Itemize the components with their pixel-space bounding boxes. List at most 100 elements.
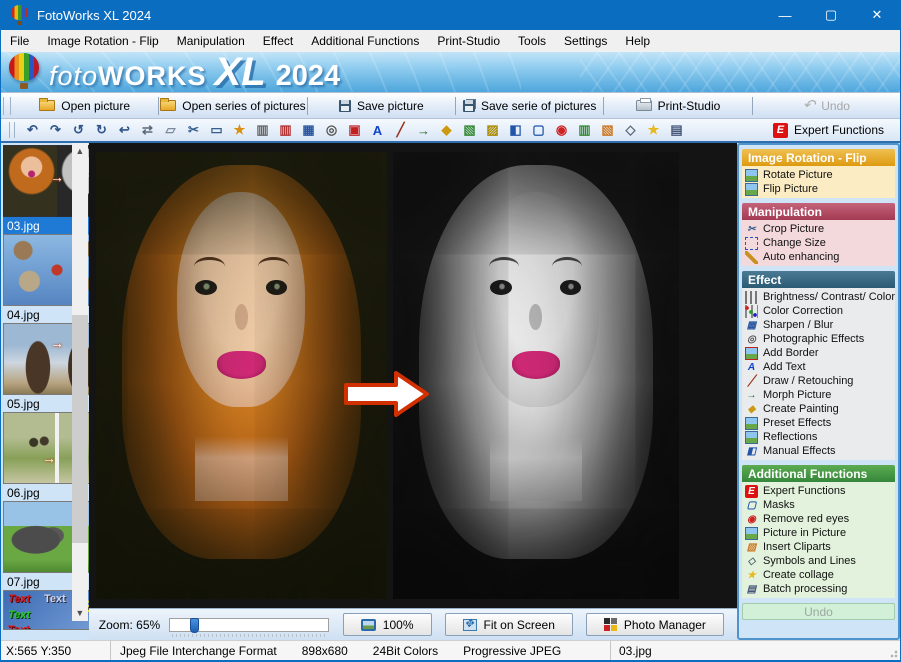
zoom-100-button[interactable]: 100% bbox=[343, 613, 432, 636]
maximize-button[interactable]: ▢ bbox=[808, 0, 854, 30]
panel-item-preset-effects[interactable]: Preset Effects bbox=[742, 416, 895, 430]
perspective-icon[interactable] bbox=[159, 120, 182, 141]
symbols-lines-icon[interactable] bbox=[619, 120, 642, 141]
rotate-ccw-icon[interactable] bbox=[67, 120, 90, 141]
resize-frame-icon[interactable] bbox=[205, 120, 228, 141]
menu-help[interactable]: Help bbox=[616, 30, 659, 52]
preset-effects-icon[interactable] bbox=[458, 120, 481, 141]
rotate-180-icon[interactable] bbox=[113, 120, 136, 141]
draw-retouching-icon[interactable] bbox=[389, 120, 412, 141]
panel-item-create-collage[interactable]: Create collage bbox=[742, 568, 895, 582]
add-text-icon[interactable] bbox=[366, 120, 389, 141]
logo-balloon-icon bbox=[7, 53, 41, 91]
resize-grip-icon[interactable] bbox=[888, 648, 898, 658]
open-series-button[interactable]: Open series of pictures bbox=[159, 93, 306, 118]
scroll-down-icon[interactable]: ▼ bbox=[72, 605, 88, 621]
save-series-label: Save serie of pictures bbox=[481, 99, 596, 113]
menu-effect[interactable]: Effect bbox=[254, 30, 302, 52]
photographic-effects-icon[interactable] bbox=[320, 120, 343, 141]
panel-item-picture-in-picture[interactable]: Picture in Picture bbox=[742, 526, 895, 540]
auto-enhance-icon[interactable] bbox=[228, 120, 251, 141]
picture-icon bbox=[745, 183, 758, 196]
save-picture-button[interactable]: Save picture bbox=[308, 93, 455, 118]
menu-file[interactable]: File bbox=[1, 30, 38, 52]
rotate-right-90-icon[interactable] bbox=[44, 120, 67, 141]
panel-item-remove-red-eyes[interactable]: Remove red eyes bbox=[742, 512, 895, 526]
create-collage-icon[interactable] bbox=[642, 120, 665, 141]
panel-header-rotation: Image Rotation - Flip bbox=[742, 149, 895, 166]
brightness-contrast-icon[interactable] bbox=[251, 120, 274, 141]
menu-image-rotation-flip[interactable]: Image Rotation - Flip bbox=[38, 30, 167, 52]
panel-item-create-painting[interactable]: Create Painting bbox=[742, 402, 895, 416]
app-window: FotoWorks XL 2024 — ▢ ✕ File Image Rotat… bbox=[0, 0, 901, 662]
panel-item-manual-effects[interactable]: Manual Effects bbox=[742, 444, 895, 458]
sharpen-blur-icon[interactable] bbox=[297, 120, 320, 141]
face-shape bbox=[473, 192, 599, 407]
menu-tools[interactable]: Tools bbox=[509, 30, 555, 52]
panel-item-reflections[interactable]: Reflections bbox=[742, 430, 895, 444]
toolbar-grip bbox=[9, 122, 15, 138]
fit-on-screen-button[interactable]: Fit on Screen bbox=[445, 613, 573, 636]
undo-button[interactable]: ↶Undo bbox=[753, 93, 900, 118]
remove-red-eyes-icon[interactable] bbox=[550, 120, 573, 141]
minimize-button[interactable]: — bbox=[762, 0, 808, 30]
panel-item-add-text[interactable]: Add Text bbox=[742, 360, 895, 374]
rotate-left-90-icon[interactable] bbox=[21, 120, 44, 141]
item-label: Picture in Picture bbox=[763, 527, 846, 539]
panel-item-batch-processing[interactable]: Batch processing bbox=[742, 582, 895, 596]
editing-canvas[interactable] bbox=[89, 143, 737, 608]
panel-undo-button[interactable]: Undo bbox=[742, 603, 895, 620]
insert-cliparts-icon[interactable] bbox=[596, 120, 619, 141]
scroll-up-icon[interactable]: ▲ bbox=[72, 143, 88, 159]
add-border-icon[interactable] bbox=[343, 120, 366, 141]
panel-item-photographic-effects[interactable]: Photographic Effects bbox=[742, 332, 895, 346]
panel-item-symbols-and-lines[interactable]: Symbols and Lines bbox=[742, 554, 895, 568]
masks-icon[interactable] bbox=[527, 120, 550, 141]
manual-effects-icon[interactable] bbox=[504, 120, 527, 141]
panel-item-expert-functions[interactable]: Expert Functions bbox=[742, 484, 895, 498]
reflections-icon[interactable] bbox=[481, 120, 504, 141]
text-overlay: Text bbox=[8, 593, 30, 605]
function-panel: Image Rotation - Flip Rotate Picture Fli… bbox=[737, 143, 900, 640]
menu-settings[interactable]: Settings bbox=[555, 30, 616, 52]
panel-item-sharpen-blur[interactable]: Sharpen / Blur bbox=[742, 318, 895, 332]
sidebar-scrollbar[interactable]: ▲ ▼ bbox=[72, 143, 88, 621]
menu-manipulation[interactable]: Manipulation bbox=[168, 30, 254, 52]
panel-item-change-size[interactable]: Change Size bbox=[742, 236, 895, 250]
panel-item-morph-picture[interactable]: Morph Picture bbox=[742, 388, 895, 402]
rotate-cw-icon[interactable] bbox=[90, 120, 113, 141]
flip-icon[interactable] bbox=[136, 120, 159, 141]
save-series-button[interactable]: Save serie of pictures bbox=[456, 93, 603, 118]
panel-item-add-border[interactable]: Add Border bbox=[742, 346, 895, 360]
eye-shape bbox=[266, 280, 288, 295]
panel-item-draw-retouching[interactable]: Draw / Retouching bbox=[742, 374, 895, 388]
print-studio-button[interactable]: Print-Studio bbox=[604, 93, 751, 118]
morph-picture-icon[interactable] bbox=[412, 120, 435, 141]
panel-item-rotate-picture[interactable]: Rotate Picture bbox=[742, 168, 895, 182]
menu-print-studio[interactable]: Print-Studio bbox=[428, 30, 509, 52]
picture-in-picture-icon[interactable] bbox=[573, 120, 596, 141]
text-icon bbox=[745, 361, 758, 374]
open-picture-button[interactable]: Open picture bbox=[11, 93, 158, 118]
panel-item-brightness-contrast-color[interactable]: Brightness/ Contrast/ Color bbox=[742, 290, 895, 304]
close-button[interactable]: ✕ bbox=[854, 0, 900, 30]
before-after-arrow-icon bbox=[344, 370, 430, 418]
crop-icon[interactable] bbox=[182, 120, 205, 141]
red-eye-icon bbox=[745, 513, 758, 526]
scrollbar-thumb[interactable] bbox=[72, 315, 88, 543]
create-painting-icon[interactable] bbox=[435, 120, 458, 141]
color-correction-icon[interactable] bbox=[274, 120, 297, 141]
panel-item-masks[interactable]: Masks bbox=[742, 498, 895, 512]
panel-item-color-correction[interactable]: Color Correction bbox=[742, 304, 895, 318]
batch-processing-icon[interactable] bbox=[665, 120, 688, 141]
zoom-slider[interactable] bbox=[169, 618, 329, 632]
window-controls: — ▢ ✕ bbox=[762, 0, 900, 30]
expert-functions-button[interactable]: E Expert Functions bbox=[773, 123, 884, 138]
menu-additional-functions[interactable]: Additional Functions bbox=[302, 30, 428, 52]
panel-item-crop-picture[interactable]: Crop Picture bbox=[742, 222, 895, 236]
photo-manager-button[interactable]: Photo Manager bbox=[586, 613, 724, 636]
zoom-slider-thumb[interactable] bbox=[190, 618, 199, 633]
panel-item-insert-cliparts[interactable]: Insert Cliparts bbox=[742, 540, 895, 554]
panel-item-flip-picture[interactable]: Flip Picture bbox=[742, 182, 895, 196]
panel-item-auto-enhancing[interactable]: Auto enhancing bbox=[742, 250, 895, 264]
